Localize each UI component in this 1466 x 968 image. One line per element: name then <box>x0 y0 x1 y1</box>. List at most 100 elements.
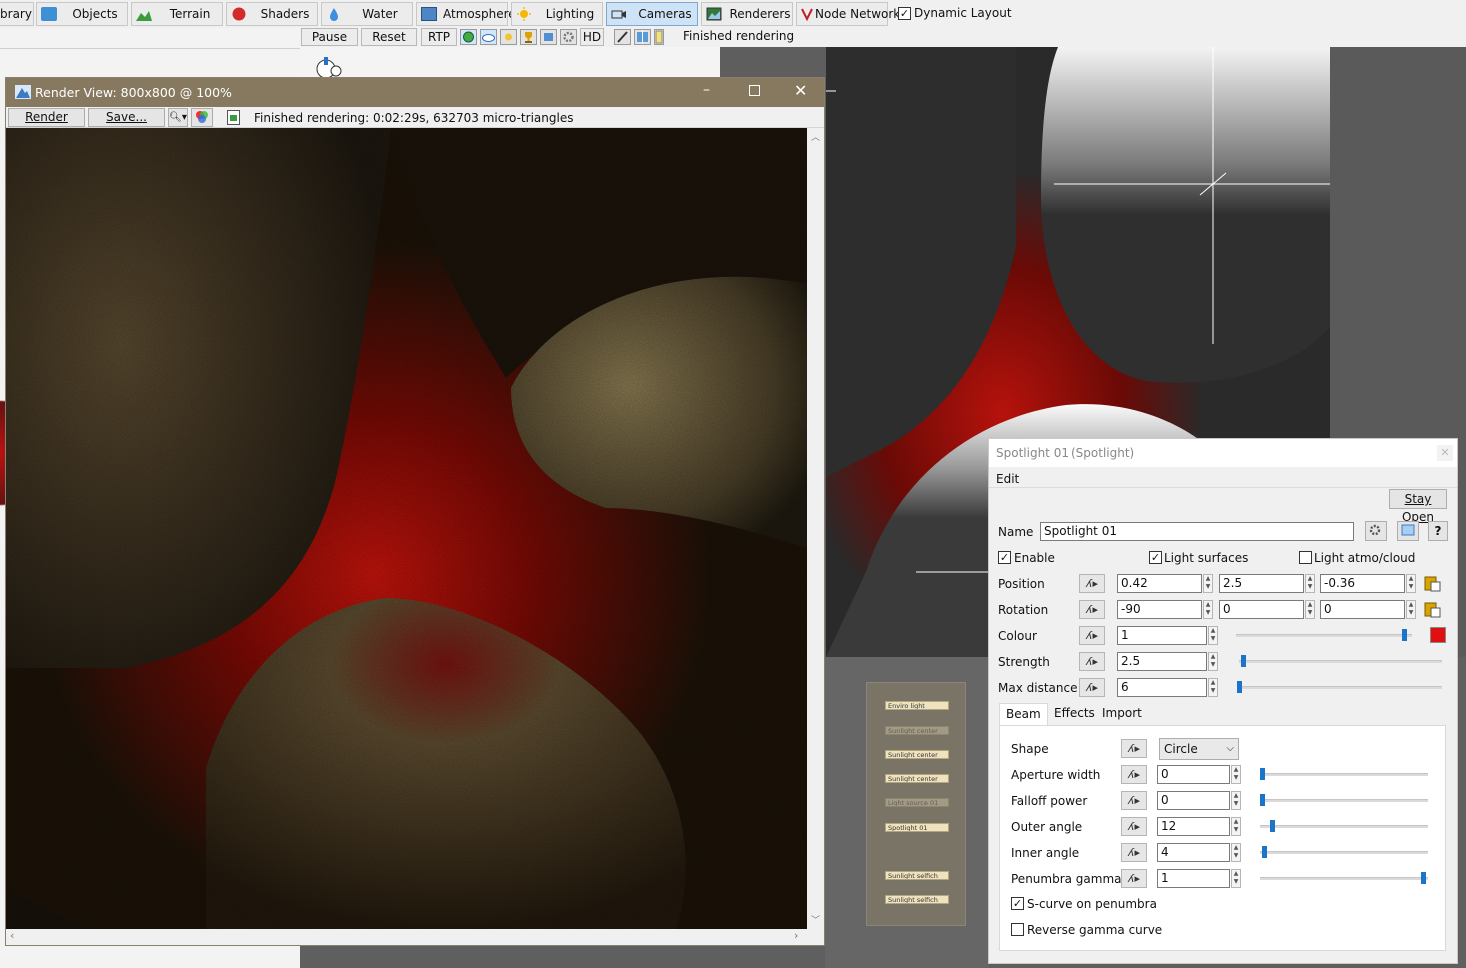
max-distance-spinner[interactable]: ▲ ▼ <box>1208 678 1218 697</box>
falloff-animate-icon[interactable]: ʎ▸ <box>1121 791 1147 810</box>
camera-gizmo-icon[interactable] <box>310 55 342 79</box>
vertical-scrollbar[interactable]: ︿ ﹀ <box>807 128 824 929</box>
falloff-field[interactable]: 0 <box>1157 791 1230 810</box>
reset-button[interactable]: Reset <box>361 28 417 46</box>
aperture-field[interactable]: 0 <box>1157 765 1230 784</box>
node-spotlight[interactable]: Spotlight 01 <box>885 823 949 832</box>
position-y-field[interactable]: 2.5 <box>1219 574 1304 593</box>
position-animate-icon[interactable]: ʎ▸ <box>1079 574 1105 593</box>
outer-angle-slider[interactable] <box>1260 820 1428 832</box>
outer-angle-animate-icon[interactable]: ʎ▸ <box>1121 817 1147 836</box>
gear-icon[interactable] <box>1365 521 1387 541</box>
cameras-button[interactable]: Cameras <box>606 2 698 26</box>
dynamic-layout-toggle[interactable]: ✓ Dynamic Layout <box>898 6 1012 20</box>
water-button[interactable]: Water <box>321 2 413 26</box>
penumbra-field[interactable]: 1 <box>1157 869 1230 888</box>
strength-slider-thumb[interactable] <box>1241 655 1246 667</box>
position-paste-icon[interactable] <box>1423 575 1441 592</box>
scroll-down-icon[interactable]: ﹀ <box>811 913 820 926</box>
aperture-animate-icon[interactable]: ʎ▸ <box>1121 765 1147 784</box>
aperture-spinner[interactable]: ▲ ▼ <box>1231 765 1241 784</box>
penumbra-slider-thumb[interactable] <box>1421 872 1426 884</box>
colour-swatch[interactable] <box>1430 627 1446 643</box>
inner-angle-animate-icon[interactable]: ʎ▸ <box>1121 843 1147 862</box>
shape-animate-icon[interactable]: ʎ▸ <box>1121 739 1147 758</box>
gear-toggle-icon[interactable] <box>560 29 577 45</box>
node-light-source[interactable]: Light source 01 <box>885 798 949 807</box>
reverse-gamma-checkbox[interactable] <box>1011 923 1024 936</box>
maximize-icon[interactable] <box>749 85 760 96</box>
falloff-slider-thumb[interactable] <box>1260 794 1265 806</box>
position-x-spinner[interactable]: ▲ ▼ <box>1203 574 1213 593</box>
max-distance-field[interactable]: 6 <box>1117 678 1207 697</box>
name-field[interactable]: Spotlight 01 <box>1040 522 1354 541</box>
falloff-slider[interactable] <box>1260 794 1428 806</box>
colour-slider-thumb[interactable] <box>1402 629 1407 641</box>
lighting-button[interactable]: Lighting <box>511 2 603 26</box>
tab-effects[interactable]: Effects <box>1048 703 1101 725</box>
falloff-spinner[interactable]: ▲ ▼ <box>1231 791 1241 810</box>
render-button[interactable]: Render <box>8 108 85 127</box>
hd-button[interactable]: HD <box>580 28 604 46</box>
node-network-button[interactable]: Node Network <box>796 2 900 26</box>
outer-angle-slider-thumb[interactable] <box>1270 820 1275 832</box>
render-view-titlebar[interactable]: Render View: 800x800 @ 100% – ✕ <box>6 78 824 107</box>
scroll-right-icon[interactable]: › <box>794 929 798 942</box>
edit-menu[interactable]: Edit <box>996 472 1019 486</box>
battery-icon[interactable] <box>654 29 664 45</box>
rotation-x-spinner[interactable]: ▲ ▼ <box>1203 600 1213 619</box>
inner-angle-spinner[interactable]: ▲ ▼ <box>1231 843 1241 862</box>
light-surfaces-checkbox[interactable]: ✓ <box>1149 551 1162 564</box>
node-enviro-light[interactable]: Enviro light <box>885 701 949 710</box>
position-z-spinner[interactable]: ▲ ▼ <box>1406 574 1416 593</box>
node-sunlight-center-2[interactable]: Sunlight center <box>885 774 949 783</box>
cloud-icon[interactable] <box>480 29 497 45</box>
aperture-slider[interactable] <box>1260 768 1428 780</box>
panel-close-icon[interactable]: ✕ <box>1437 445 1453 461</box>
save-button[interactable]: Save... <box>88 108 165 127</box>
node-sunlight-center[interactable]: Sunlight center <box>885 750 949 759</box>
color-channels-icon[interactable] <box>191 108 213 127</box>
terrain-button[interactable]: Terrain <box>131 2 223 26</box>
stay-open-button[interactable]: Stay Open <box>1389 489 1447 524</box>
outer-angle-field[interactable]: 12 <box>1157 817 1230 836</box>
minimize-icon[interactable]: – <box>703 82 710 98</box>
rotation-y-field[interactable]: 0 <box>1219 600 1304 619</box>
rotation-x-field[interactable]: -90 <box>1117 600 1202 619</box>
position-x-field[interactable]: 0.42 <box>1117 574 1202 593</box>
brush-icon[interactable] <box>614 29 631 45</box>
colour-spinner[interactable]: ▲ ▼ <box>1208 626 1218 645</box>
inner-angle-slider[interactable] <box>1260 846 1428 858</box>
shaders-button[interactable]: Shaders <box>226 2 318 26</box>
rotation-z-field[interactable]: 0 <box>1320 600 1405 619</box>
spotlight-titlebar[interactable]: Spotlight 01 (Spotlight) ✕ <box>989 439 1457 467</box>
dynamic-layout-checkbox[interactable]: ✓ <box>898 6 911 20</box>
horizontal-scrollbar[interactable]: ‹ › <box>6 929 807 945</box>
rotation-animate-icon[interactable]: ʎ▸ <box>1079 600 1105 619</box>
max-distance-slider[interactable] <box>1237 681 1442 693</box>
strength-spinner[interactable]: ▲ ▼ <box>1208 652 1218 671</box>
scroll-up-icon[interactable]: ︿ <box>811 130 820 143</box>
position-z-field[interactable]: -0.36 <box>1320 574 1405 593</box>
rotation-y-spinner[interactable]: ▲ ▼ <box>1305 600 1315 619</box>
penumbra-animate-icon[interactable]: ʎ▸ <box>1121 869 1147 888</box>
colour-slider[interactable] <box>1236 629 1412 641</box>
pause-button[interactable]: Pause <box>301 28 358 46</box>
light-atmo-checkbox[interactable] <box>1299 551 1312 564</box>
help-icon[interactable]: ? <box>1428 521 1448 541</box>
scroll-left-icon[interactable]: ‹ <box>10 929 14 942</box>
objects-button[interactable]: Objects <box>36 2 128 26</box>
outer-angle-spinner[interactable]: ▲ ▼ <box>1231 817 1241 836</box>
sun-toggle-icon[interactable] <box>500 29 517 45</box>
crosshair-icon[interactable] <box>634 29 651 45</box>
tab-import[interactable]: Import <box>1096 703 1148 725</box>
strength-animate-icon[interactable]: ʎ▸ <box>1079 652 1105 671</box>
library-button[interactable]: brary <box>0 2 34 26</box>
strength-field[interactable]: 2.5 <box>1117 652 1207 671</box>
max-distance-slider-thumb[interactable] <box>1237 681 1242 693</box>
rtp-button[interactable]: RTP <box>421 28 457 46</box>
zoom-dropdown-icon[interactable]: 🔍︎▾ <box>168 108 188 127</box>
penumbra-spinner[interactable]: ▲ ▼ <box>1231 869 1241 888</box>
preview-icon[interactable] <box>1397 521 1419 541</box>
renderers-button[interactable]: Renderers <box>701 2 793 26</box>
